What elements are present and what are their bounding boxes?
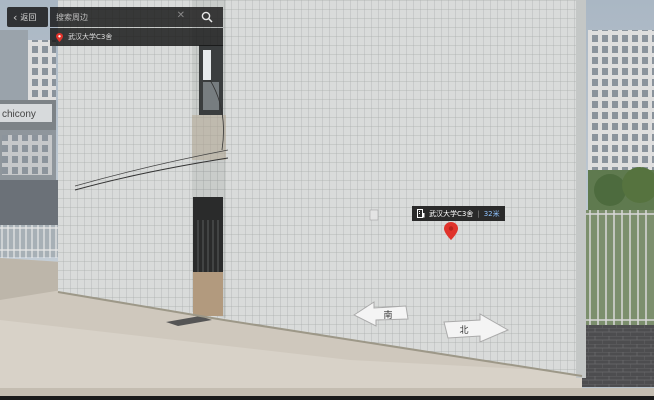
poi-label[interactable]: 武汉大学C3舍 | 32米	[412, 206, 505, 221]
arrow-north-button[interactable]: 北	[442, 312, 510, 344]
street-view-panorama[interactable]: chicony	[0, 0, 654, 400]
search-button[interactable]	[190, 7, 223, 27]
poi-separator: |	[477, 209, 480, 218]
chevron-left-icon: ‹	[13, 10, 18, 24]
search-input[interactable]	[56, 12, 174, 22]
location-pin-icon	[56, 32, 63, 42]
building-icon	[417, 209, 425, 218]
poi-distance: 32米	[483, 209, 500, 218]
current-location-bar[interactable]: 武汉大学C3舍	[50, 28, 223, 46]
bottom-bar	[0, 396, 654, 400]
current-location-name: 武汉大学C3舍	[68, 33, 113, 41]
back-button[interactable]: ‹ 返回	[7, 7, 48, 27]
map-pin-icon[interactable]	[444, 222, 458, 240]
poi-name: 武汉大学C3舍	[429, 209, 474, 218]
arrow-north-label: 北	[459, 325, 468, 336]
close-icon[interactable]: ✕	[177, 10, 185, 21]
back-label: 返回	[20, 12, 37, 22]
billboard-text: chicony	[2, 109, 36, 120]
arrow-south-button[interactable]: 南	[352, 300, 410, 328]
arrow-south-label: 南	[383, 309, 392, 321]
search-box: ✕	[50, 7, 190, 27]
search-icon	[201, 11, 213, 23]
